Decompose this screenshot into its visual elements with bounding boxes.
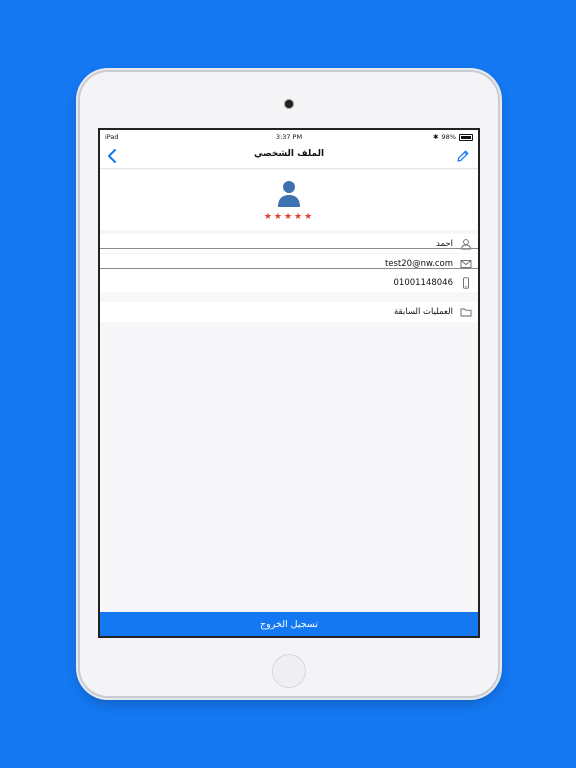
battery-icon xyxy=(459,133,473,141)
bluetooth-icon: ✱ xyxy=(433,133,439,141)
status-bar: iPad 3:37 PM ✱ 98% xyxy=(100,130,478,144)
home-button[interactable] xyxy=(272,654,306,688)
rating-stars: ★★★★★ xyxy=(263,212,315,222)
previous-operations-row[interactable]: العمليات السابقة xyxy=(100,302,478,322)
battery-percent: 98% xyxy=(441,133,456,141)
battery-status: ✱ 98% xyxy=(433,133,473,141)
user-name: احمد xyxy=(436,238,453,249)
phone-row: 01001148046 xyxy=(100,273,478,292)
divider xyxy=(100,248,478,249)
logout-button[interactable]: تسجيل الخروج xyxy=(100,612,478,636)
navigation-bar: الملف الشخصي xyxy=(100,144,478,169)
pencil-icon xyxy=(457,150,469,162)
camera xyxy=(285,100,293,108)
folder-icon xyxy=(460,308,472,317)
email-row: test20@nw.com xyxy=(100,254,478,273)
previous-operations-label: العمليات السابقة xyxy=(394,307,453,317)
user-avatar-icon xyxy=(278,181,300,207)
user-phone: 01001148046 xyxy=(393,277,454,288)
mobile-phone-icon xyxy=(463,276,469,289)
profile-header: ★★★★★ xyxy=(100,170,478,230)
app-screen: iPad 3:37 PM ✱ 98% الملف الشخصي ★★★★★ اح… xyxy=(100,130,478,636)
ipad-frame: iPad 3:37 PM ✱ 98% الملف الشخصي ★★★★★ اح… xyxy=(80,72,498,696)
name-row: احمد xyxy=(100,234,478,253)
edit-profile-button[interactable] xyxy=(456,148,470,162)
page-title: الملف الشخصي xyxy=(253,149,325,159)
status-time: 3:37 PM xyxy=(275,133,303,141)
divider xyxy=(100,268,478,269)
user-email: test20@nw.com xyxy=(384,258,453,269)
